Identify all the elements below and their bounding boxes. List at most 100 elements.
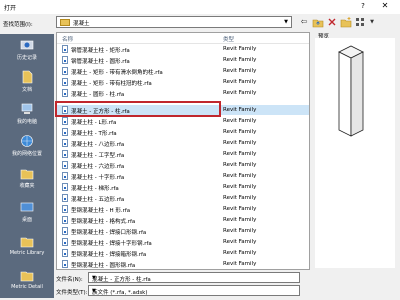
file-name: 混凝土 - 矩形 - 带有滑水倒角的柱.rfa — [71, 70, 163, 76]
file-type: Revit Family — [223, 228, 257, 234]
place-documents[interactable]: 文档 — [0, 70, 54, 93]
list-item[interactable]: 混凝土 - 矩形 - 带有柱冠的柱.rfa Revit Family — [57, 77, 309, 87]
file-name: 混凝土柱 - 工字型.rfa — [71, 153, 125, 159]
delete-icon[interactable] — [326, 16, 338, 28]
look-in-label: 查找范围(I): — [3, 22, 33, 28]
rfa-file-icon — [62, 45, 68, 53]
list-item[interactable]: 型钢混凝土柱 - H 形.rfa Revit Family — [57, 204, 309, 214]
file-type-label: 文件类型(T): — [56, 290, 88, 296]
list-item[interactable]: 型钢混凝土柱 - 焊接口形钢.rfa Revit Family — [57, 226, 309, 236]
type-column-header[interactable]: 类型 — [223, 35, 234, 43]
file-name: 混凝土柱 - 五边形.rfa — [71, 197, 125, 203]
file-list[interactable]: 名称 类型 钢管混凝土柱 - 矩形.rfa Revit Family 钢管混凝土柱… — [56, 32, 310, 270]
chevron-down-icon: ▼ — [284, 19, 288, 25]
file-type: Revit Family — [223, 195, 257, 201]
file-name: 型钢混凝土柱 - 圆形钢.rfa — [71, 263, 136, 269]
rfa-file-icon — [62, 227, 68, 235]
name-column-header[interactable]: 名称 — [62, 35, 73, 43]
list-item[interactable]: 混凝土 - 圆形 - 柱.rfa Revit Family — [57, 88, 309, 98]
rfa-file-icon — [62, 216, 68, 224]
place-label: Metric Detail — [11, 284, 43, 290]
preview-pane — [315, 38, 395, 268]
file-type: Revit Family — [223, 239, 257, 245]
new-folder-icon[interactable] — [340, 16, 352, 28]
list-item[interactable]: 型钢混凝土柱 - 格构式.rfa Revit Family — [57, 215, 309, 225]
file-type: Revit Family — [223, 162, 257, 168]
rfa-file-icon — [62, 238, 68, 246]
views-icon[interactable] — [354, 16, 366, 28]
file-name-field[interactable]: 混凝土 - 正方形 - 柱.rfa ▼ — [88, 272, 300, 283]
list-item[interactable]: 混凝土柱 - 十字形.rfa Revit Family — [57, 171, 309, 181]
file-name: 混凝土柱 - 梯形.rfa — [71, 186, 119, 192]
file-name: 混凝土 - 矩形 - 带有柱冠的柱.rfa — [71, 81, 152, 87]
rfa-file-icon — [62, 56, 68, 64]
place-desktop[interactable]: 桌面 — [0, 200, 54, 223]
column-preview-image — [338, 45, 364, 137]
list-item[interactable]: 混凝土柱 - 八边形.rfa Revit Family — [57, 138, 309, 148]
window-title: 打开 — [4, 5, 17, 12]
list-item[interactable]: 型钢混凝土柱 - 圆形钢.rfa Revit Family — [57, 259, 309, 269]
place-history[interactable]: 历史记录 — [0, 38, 54, 61]
close-button[interactable]: ✕ — [378, 1, 392, 13]
file-name: 钢管混凝土柱 - 圆形.rfa — [71, 59, 130, 65]
list-item[interactable]: 钢管混凝土柱 - 圆形.rfa Revit Family — [57, 55, 309, 65]
place-network[interactable]: 我的网络位置 — [0, 134, 54, 157]
look-in-value: 混凝土 — [73, 21, 90, 27]
rfa-file-icon — [62, 194, 68, 202]
history-icon — [20, 38, 34, 52]
help-button[interactable]: ? — [358, 2, 368, 12]
place-label: 收藏夹 — [19, 183, 35, 189]
list-item[interactable]: 混凝土柱 - 工字型.rfa Revit Family — [57, 149, 309, 159]
list-item[interactable]: 型钢混凝土柱 - 焊接十字形钢.rfa Revit Family — [57, 237, 309, 247]
place-label: Metric Library — [9, 250, 45, 256]
file-type: Revit Family — [223, 140, 257, 146]
place-my-computer[interactable]: 我的电脑 — [0, 102, 54, 125]
list-item[interactable]: 混凝土柱 - 梯形.rfa Revit Family — [57, 182, 309, 192]
views-dropdown-arrow[interactable]: ▼ — [366, 16, 378, 28]
file-type: Revit Family — [223, 90, 257, 96]
place-label: 文档 — [21, 87, 32, 93]
rfa-file-icon — [62, 161, 68, 169]
rfa-file-icon — [62, 89, 68, 97]
file-type-dropdown[interactable]: 族文件 (*.rfa, *.adsk) ▼ — [88, 285, 300, 296]
place-metric-library[interactable]: Metric Library — [0, 234, 54, 256]
list-item[interactable]: 混凝土柱 - 六边形.rfa Revit Family — [57, 160, 309, 170]
list-item[interactable]: 混凝土柱 - T形.rfa Revit Family — [57, 127, 309, 137]
file-name: 钢管混凝土柱 - 矩形.rfa — [71, 48, 130, 54]
chevron-down-icon[interactable]: ▼ — [92, 288, 297, 294]
place-metric-detail[interactable]: Metric Detail — [0, 268, 54, 290]
rfa-file-icon — [62, 78, 68, 86]
file-name: 混凝土 - 圆形 - 柱.rfa — [71, 92, 125, 98]
folder-icon — [60, 19, 70, 26]
look-in-dropdown[interactable]: 混凝土 ▼ — [56, 16, 292, 28]
list-item[interactable]: 钢管混凝土柱 - 矩形.rfa Revit Family — [57, 44, 309, 54]
file-name: 型钢混凝土柱 - 焊接十字形钢.rfa — [71, 241, 152, 247]
file-name: 型钢混凝土柱 - 焊接箱形钢.rfa — [71, 252, 147, 258]
back-icon[interactable]: ⇦ — [298, 16, 310, 28]
places-bar: 历史记录 文档 我的电脑 我的网络位置 收藏夹 桌面 Metric Librar… — [0, 34, 54, 298]
title-bar: 打开 ? ✕ — [0, 0, 400, 14]
file-type: Revit Family — [223, 184, 257, 190]
file-name: 混凝土柱 - 十字形.rfa — [71, 175, 125, 181]
favorites-icon — [20, 166, 34, 180]
list-item[interactable]: 型钢混凝土柱 - 焊接箱形钢.rfa Revit Family — [57, 248, 309, 258]
rfa-file-icon — [62, 249, 68, 257]
rfa-file-icon — [62, 172, 68, 180]
file-type: Revit Family — [223, 107, 257, 113]
file-type: Revit Family — [223, 129, 257, 135]
chevron-down-icon[interactable]: ▼ — [92, 275, 297, 281]
up-folder-icon[interactable] — [312, 16, 324, 28]
list-item[interactable]: 混凝土 - 矩形 - 带有滑水倒角的柱.rfa Revit Family — [57, 66, 309, 76]
rfa-file-icon — [62, 67, 68, 75]
documents-icon — [20, 70, 34, 84]
network-icon — [20, 134, 34, 148]
file-type: Revit Family — [223, 173, 257, 179]
selection-highlight-box — [55, 101, 221, 117]
file-name: 型钢混凝土柱 - H 形.rfa — [71, 208, 131, 214]
place-label: 我的电脑 — [16, 119, 37, 125]
list-item[interactable]: 混凝土柱 - 五边形.rfa Revit Family — [57, 193, 309, 203]
rfa-file-icon — [62, 128, 68, 136]
library-folder-icon — [20, 268, 34, 282]
list-item[interactable]: 混凝土柱 - L形.rfa Revit Family — [57, 116, 309, 126]
place-favorites[interactable]: 收藏夹 — [0, 166, 54, 189]
